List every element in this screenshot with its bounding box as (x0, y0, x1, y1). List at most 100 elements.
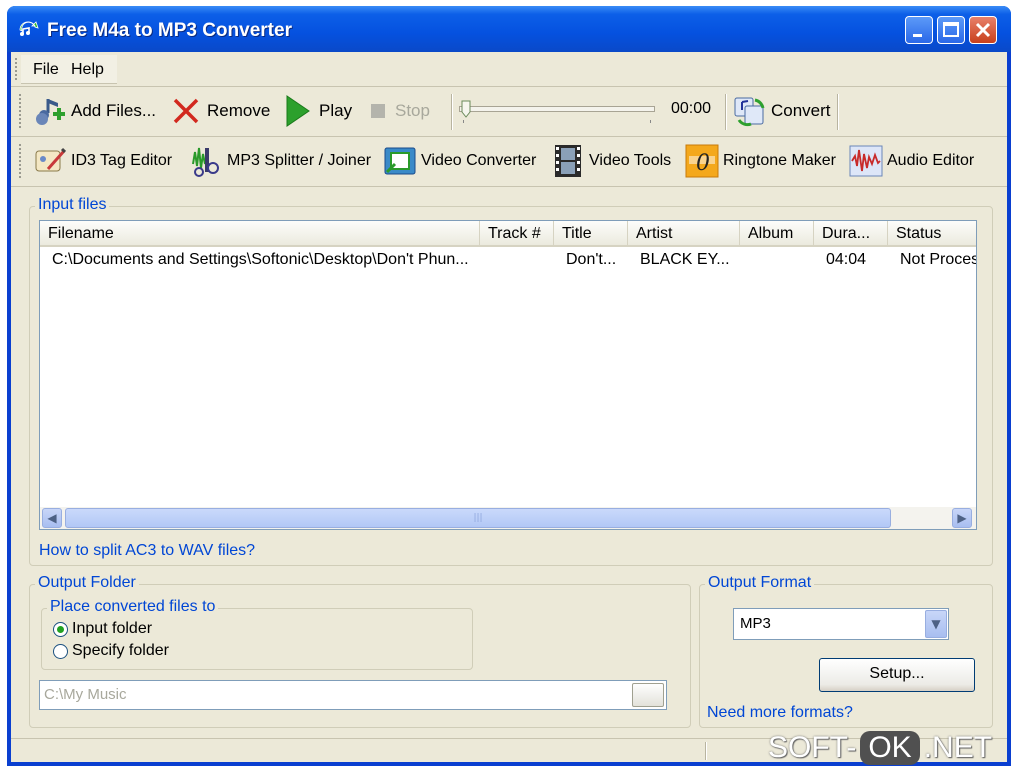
toolbar-separator (725, 94, 727, 130)
horizontal-scrollbar[interactable]: ◀ ||| ▶ (40, 507, 976, 529)
convert-button[interactable]: Convert (733, 88, 831, 134)
divider (11, 86, 1007, 87)
minimize-icon (913, 34, 922, 37)
split-ac3-help-link[interactable]: How to split AC3 to WAV files? (39, 542, 255, 560)
mp3-splitter-joiner-label: MP3 Splitter / Joiner (227, 152, 372, 169)
main-toolbar: Add Files... Remove Play Stop 00:00 Conv… (19, 88, 839, 134)
browse-folder-button[interactable] (632, 683, 664, 707)
time-display: 00:00 (671, 100, 712, 117)
stop-button[interactable]: Stop (365, 88, 430, 134)
menu-grip[interactable] (15, 58, 20, 80)
play-button[interactable]: Play (281, 88, 352, 134)
column-filename[interactable]: Filename (40, 221, 480, 245)
watermark-text-left: SOFT- (768, 731, 857, 764)
cell-status: Not Proces (900, 251, 976, 268)
remove-x-icon (169, 94, 203, 128)
tools-toolbar: ID3 Tag Editor MP3 Splitter / Joiner Vid… (19, 138, 1005, 184)
column-title[interactable]: Title (554, 221, 628, 245)
column-status[interactable]: Status (888, 221, 976, 245)
output-format-label: Output Format (705, 574, 815, 592)
radio-selected-icon (53, 621, 68, 637)
add-files-icon (33, 94, 67, 128)
audio-editor-button[interactable]: Audio Editor (849, 138, 974, 184)
radio-specify-folder[interactable]: Specify folder (53, 642, 169, 660)
add-files-button[interactable]: Add Files... (33, 88, 156, 134)
maximize-button[interactable] (937, 16, 965, 44)
radio-input-folder[interactable]: Input folder (53, 620, 152, 638)
mp3-splitter-joiner-button[interactable]: MP3 Splitter / Joiner (189, 138, 371, 184)
title-bar[interactable]: Free M4a to MP3 Converter (7, 6, 1011, 52)
dropdown-button[interactable]: ▼ (925, 610, 947, 638)
menu-file[interactable]: File (33, 61, 59, 79)
output-format-value: MP3 (740, 615, 771, 632)
list-header: Filename Track # Title Artist Album Dura… (40, 221, 976, 247)
video-tools-label: Video Tools (589, 152, 672, 169)
cell-album (740, 249, 814, 271)
video-converter-label: Video Converter (421, 152, 537, 169)
watermark-text-right: .NET (923, 731, 993, 764)
audio-editor-label: Audio Editor (887, 152, 975, 169)
watermark: SOFT- OK .NET (768, 728, 992, 768)
output-path-field[interactable]: C:\My Music (39, 680, 667, 710)
need-more-formats-link[interactable]: Need more formats? (707, 704, 853, 722)
watermark-text-ok: OK (860, 731, 920, 765)
setup-button[interactable]: Setup... (819, 658, 975, 692)
radio-specify-folder-label: Specify folder (72, 642, 169, 659)
cell-filename: C:\Documents and Settings\Softonic\Deskt… (52, 251, 469, 268)
maximize-icon (943, 22, 959, 37)
add-files-label: Add Files... (71, 101, 157, 120)
svg-text:0: 0 (696, 151, 710, 176)
film-strip-icon (551, 144, 585, 178)
play-label: Play (319, 101, 353, 120)
chevron-down-icon: ▼ (931, 617, 941, 631)
chevron-right-icon: ▶ (957, 511, 967, 525)
scroll-right-button[interactable]: ▶ (952, 508, 972, 528)
id3-tag-editor-button[interactable]: ID3 Tag Editor (33, 138, 172, 184)
place-converted-label: Place converted files to (47, 598, 219, 616)
convert-label: Convert (771, 101, 831, 120)
splitter-icon (189, 144, 223, 178)
slider-thumb[interactable] (461, 100, 471, 118)
minimize-button[interactable] (905, 16, 933, 44)
scroll-left-button[interactable]: ◀ (42, 508, 62, 528)
column-album[interactable]: Album (740, 221, 814, 245)
output-format-select[interactable]: MP3 ▼ (733, 608, 949, 640)
audio-waveform-icon (849, 144, 883, 178)
ringtone-maker-button[interactable]: 0 Ringtone Maker (685, 138, 836, 184)
toolbar-grip[interactable] (19, 144, 24, 178)
tag-editor-icon (33, 144, 67, 178)
close-icon (975, 22, 991, 38)
close-button[interactable] (969, 16, 997, 44)
window-title: Free M4a to MP3 Converter (47, 20, 292, 41)
cell-duration: 04:04 (826, 251, 867, 268)
chevron-left-icon: ◀ (47, 511, 57, 525)
toolbar-grip[interactable] (19, 94, 24, 128)
play-icon (281, 94, 315, 128)
input-files-list[interactable]: Filename Track # Title Artist Album Dura… (39, 220, 977, 530)
radio-unselected-icon (53, 643, 68, 659)
place-converted-group (41, 608, 473, 670)
ringtone-icon: 0 (685, 144, 719, 178)
output-folder-label: Output Folder (35, 574, 139, 592)
client-area: File Help Add Files... Remove Play Stop … (11, 52, 1007, 762)
radio-input-folder-label: Input folder (72, 620, 153, 637)
convert-icon (733, 94, 767, 128)
video-converter-button[interactable]: Video Converter (383, 138, 536, 184)
scrollbar-thumb[interactable]: ||| (65, 508, 891, 528)
toolbar-separator (837, 94, 839, 130)
output-path-value: C:\My Music (44, 686, 127, 703)
menu-bar: File Help (11, 52, 1007, 84)
video-tools-button[interactable]: Video Tools (551, 138, 671, 184)
column-artist[interactable]: Artist (628, 221, 740, 245)
column-track[interactable]: Track # (480, 221, 554, 245)
app-logo-icon (19, 21, 39, 36)
cell-artist: BLACK EY... (640, 251, 730, 268)
column-duration[interactable]: Dura... (814, 221, 888, 245)
cell-track (480, 249, 554, 271)
table-row[interactable]: C:\Documents and Settings\Softonic\Deskt… (40, 249, 976, 271)
toolbar-separator (451, 94, 453, 130)
remove-button[interactable]: Remove (169, 88, 270, 134)
status-separator (705, 742, 707, 760)
menu-help[interactable]: Help (71, 61, 104, 79)
remove-label: Remove (207, 101, 271, 120)
